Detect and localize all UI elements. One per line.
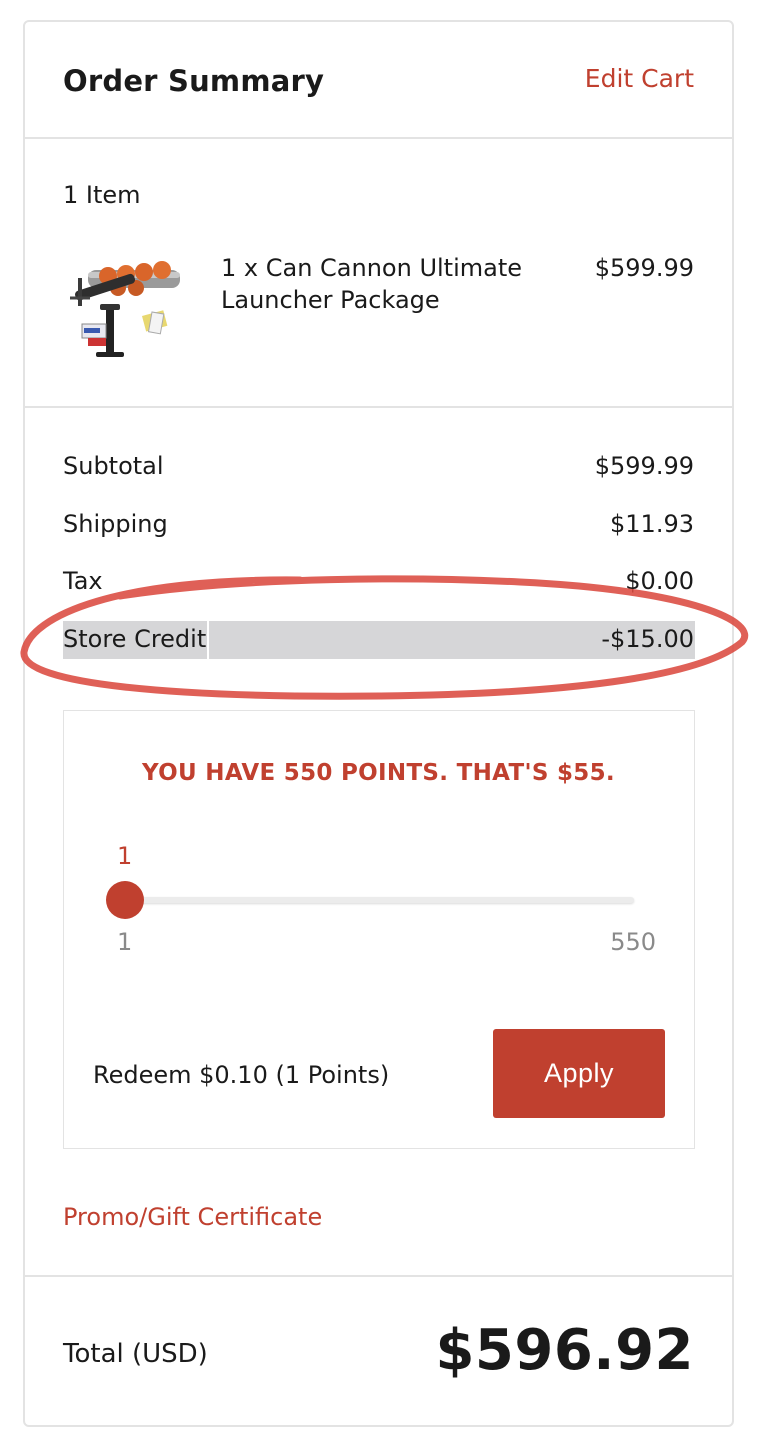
item-count: 1 Item	[63, 181, 141, 209]
can-cannon-launcher-product-image	[70, 261, 180, 357]
promo-gift-certificate-link[interactable]: Promo/Gift Certificate	[63, 1203, 322, 1231]
tax-value: $0.00	[625, 567, 694, 595]
tax-label: Tax	[63, 567, 103, 595]
shipping-value: $11.93	[610, 510, 694, 538]
slider-min-label: 1	[117, 928, 133, 956]
subtotal-label: Subtotal	[63, 452, 164, 480]
redeem-summary: Redeem $0.10 (1 Points)	[93, 1061, 390, 1089]
total-value: $596.92	[435, 1318, 694, 1383]
order-summary-title: Order Summary	[63, 64, 325, 98]
slider-current-value: 1	[117, 842, 133, 870]
item-name: 1 x Can Cannon Ultimate Launcher Package	[221, 254, 523, 314]
points-balance-title: YOU HAVE 550 POINTS. THAT'S $55.	[142, 760, 615, 786]
items-divider	[23, 406, 734, 408]
item-price: $599.99	[594, 254, 694, 282]
points-slider-thumb[interactable]	[106, 881, 144, 919]
store-credit-highlight-gap	[207, 621, 209, 659]
store-credit-label: Store Credit	[63, 625, 207, 653]
store-credit-value: -$15.00	[601, 625, 694, 653]
apply-points-button[interactable]: Apply	[493, 1029, 665, 1118]
total-label: Total (USD)	[63, 1339, 208, 1369]
points-slider-track[interactable]	[124, 897, 634, 903]
subtotal-value: $599.99	[594, 452, 694, 480]
header-divider	[23, 137, 734, 139]
slider-max-label: 550	[610, 928, 656, 956]
shipping-label: Shipping	[63, 510, 168, 538]
edit-cart-link[interactable]: Edit Cart	[585, 64, 694, 93]
total-divider	[23, 1275, 734, 1277]
